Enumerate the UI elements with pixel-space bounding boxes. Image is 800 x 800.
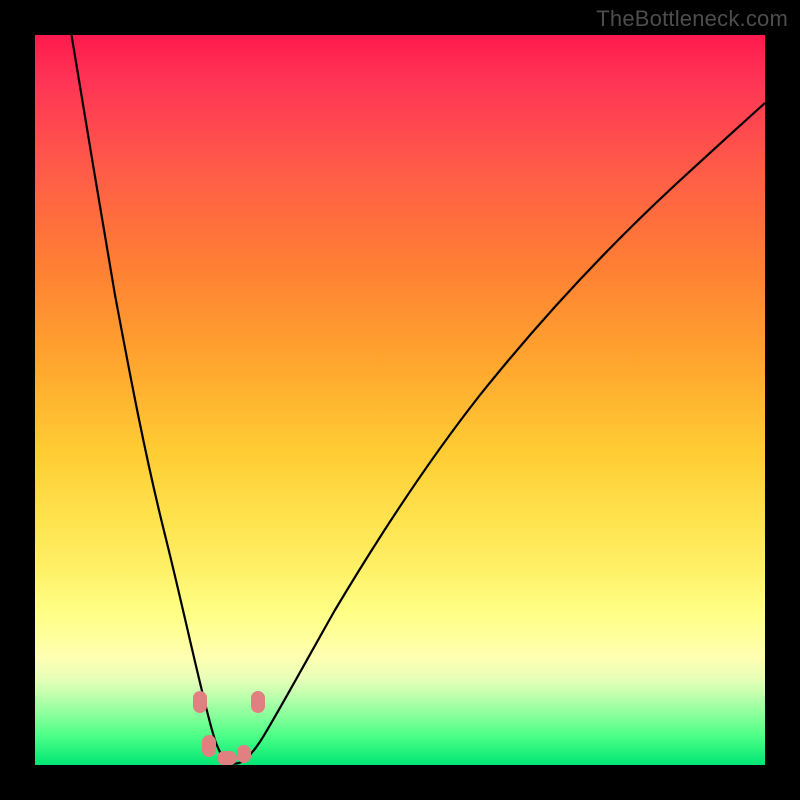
marker-right-lower (237, 745, 251, 763)
marker-left-upper (193, 691, 207, 713)
curve-path (72, 35, 766, 764)
plot-area (35, 35, 765, 765)
marker-group (193, 691, 265, 765)
marker-left-lower (202, 735, 216, 757)
marker-bottom (217, 751, 237, 765)
watermark-text: TheBottleneck.com (596, 6, 788, 32)
marker-right-upper (251, 691, 265, 713)
bottleneck-curve (35, 35, 765, 765)
chart-frame: TheBottleneck.com (0, 0, 800, 800)
